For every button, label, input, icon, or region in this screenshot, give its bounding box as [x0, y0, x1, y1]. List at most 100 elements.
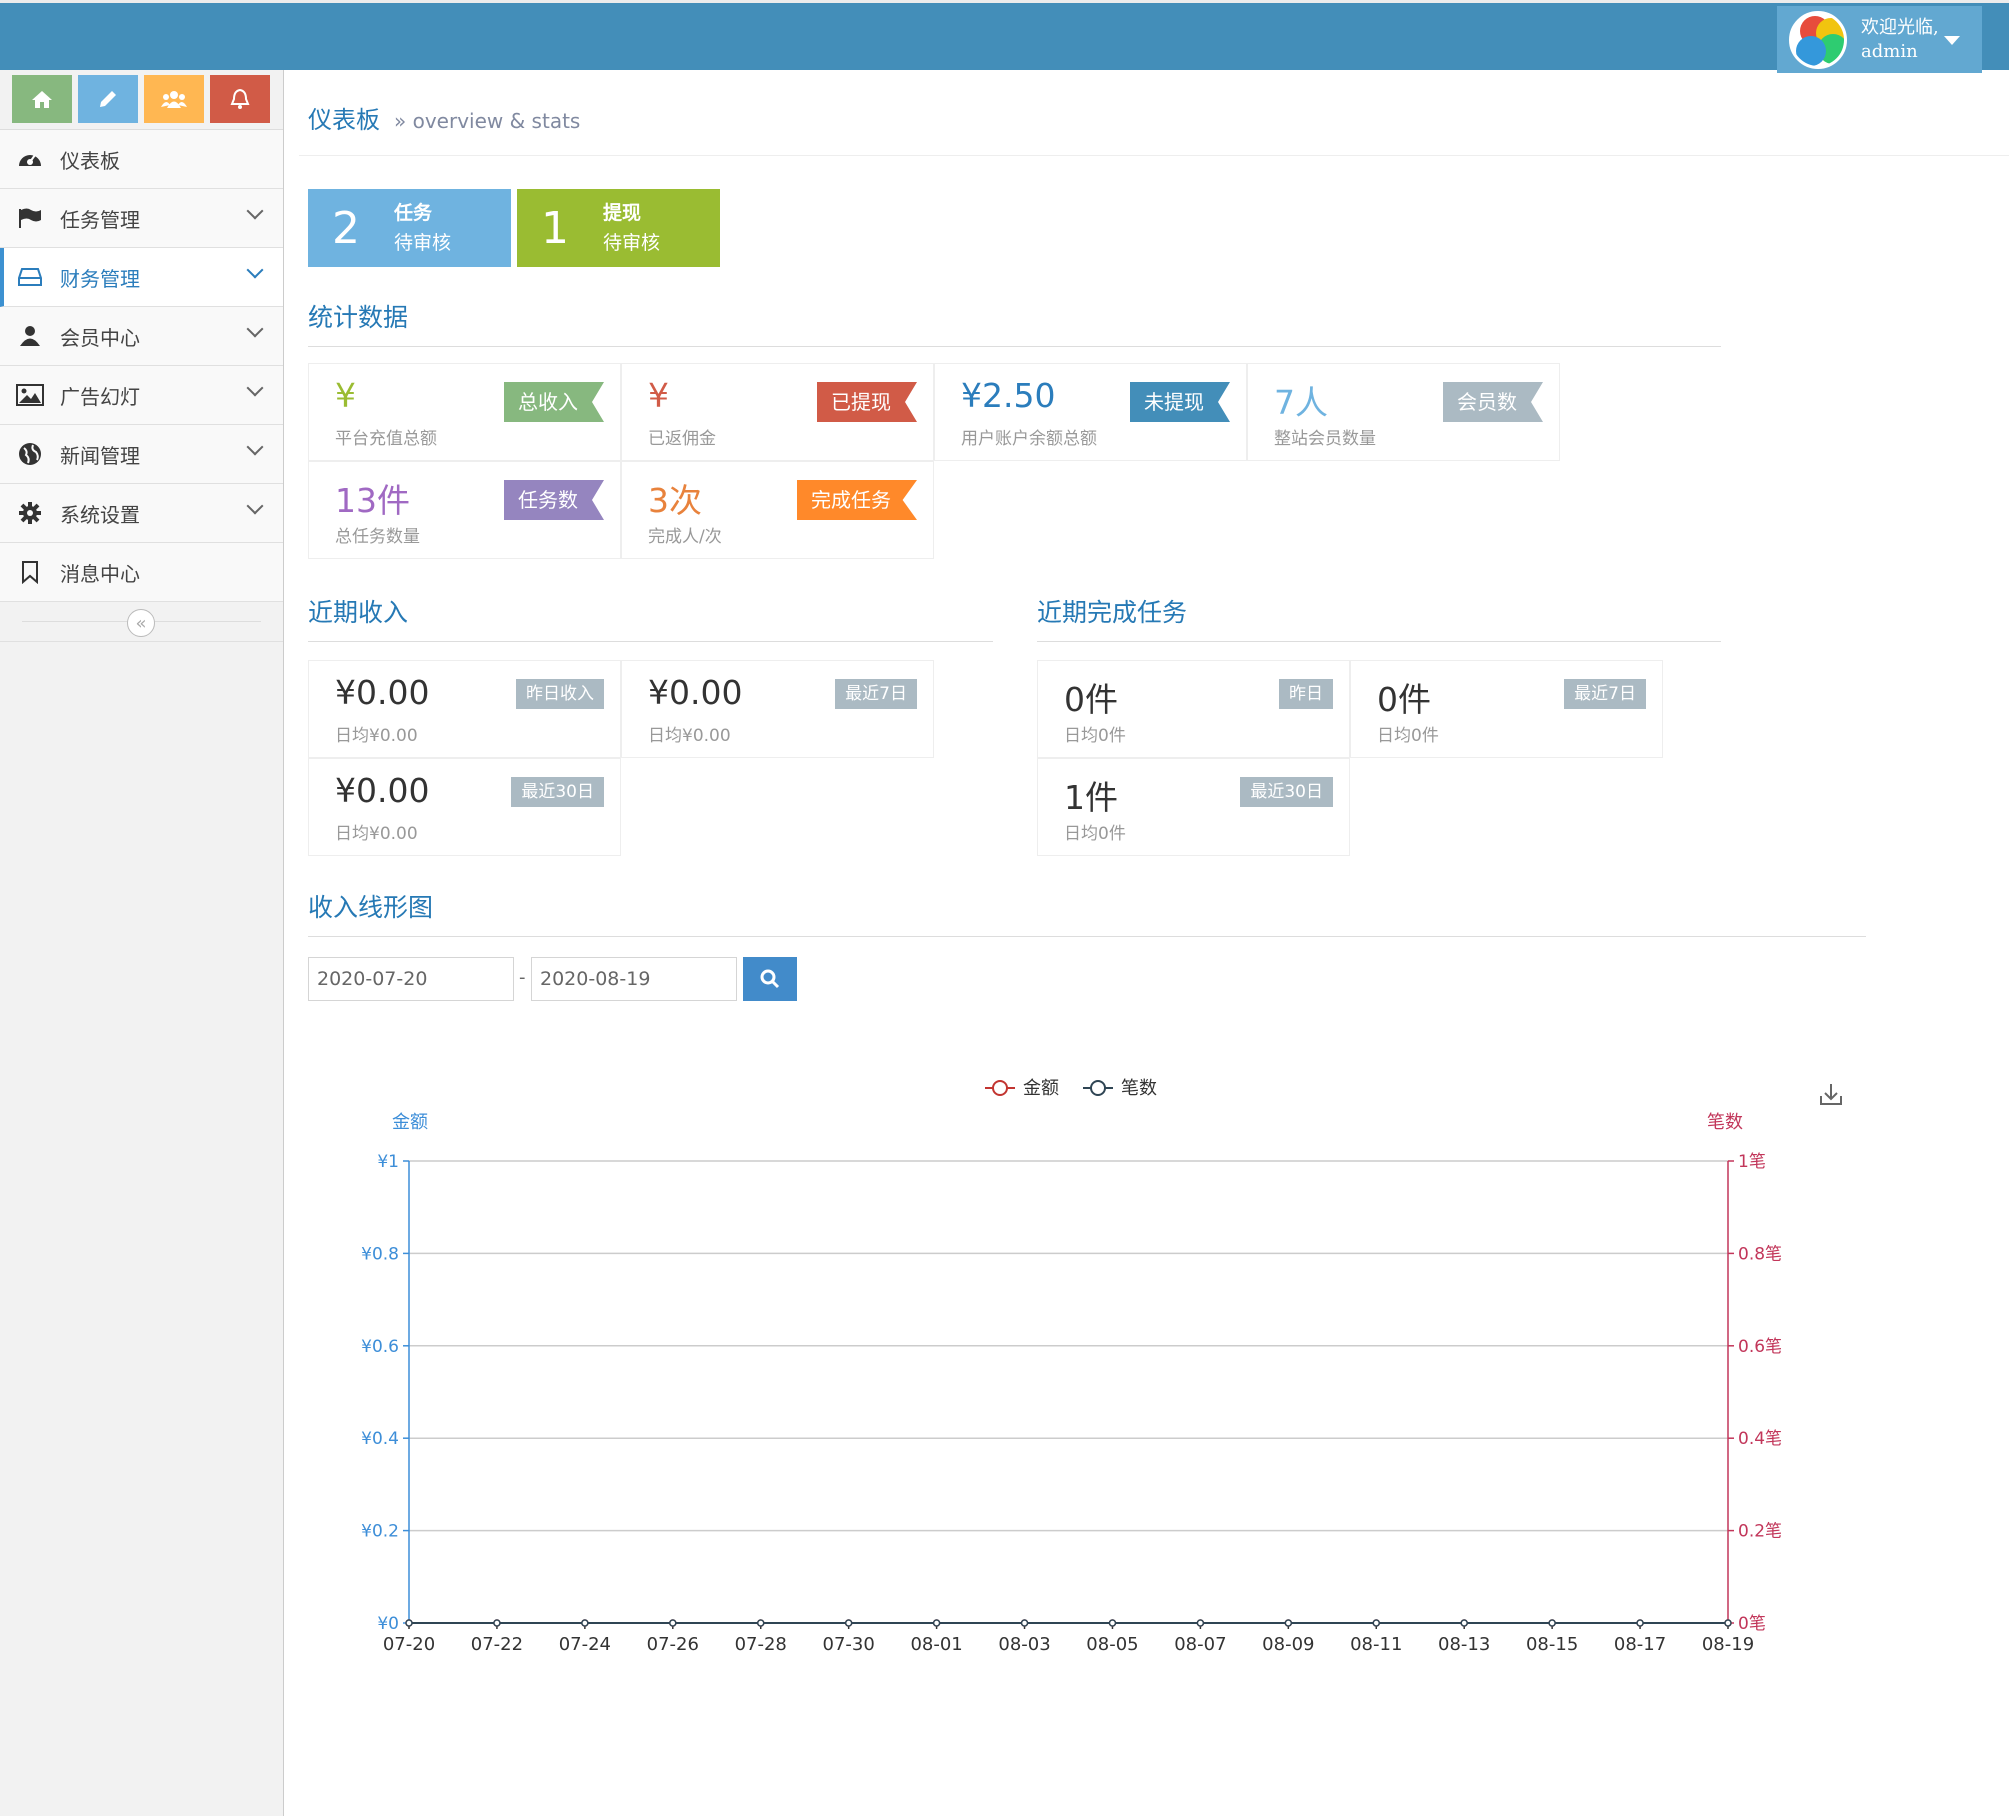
flag-icon	[19, 208, 41, 228]
stat-label: 整站会员数量	[1274, 429, 1376, 449]
sidebar: 仪表板 任务管理 财务管理 会员中心 广告幻灯 新闻管理 系统设置 消息中心 «	[0, 70, 284, 1816]
stat-tag: 完成任务	[797, 480, 917, 520]
task-value: 0件	[1064, 680, 1118, 719]
stats-section-title: 统计数据	[308, 298, 1721, 347]
income-section-title: 近期收入	[308, 593, 993, 642]
pending-count: 2	[332, 202, 360, 254]
task-card: 0件日均0件 昨日	[1037, 660, 1350, 758]
download-icon[interactable]	[1820, 1084, 1842, 1105]
date-from-input[interactable]: 2020-07-20	[308, 957, 514, 1001]
pending-title: 提现	[603, 202, 642, 224]
x-tick-label: 07-30	[823, 1634, 875, 1655]
sidebar-item-label: 广告幻灯	[60, 384, 140, 409]
sidebar-item-dashboard[interactable]: 仪表板	[0, 130, 283, 189]
chevron-down-icon	[246, 379, 264, 397]
data-point	[1284, 1619, 1293, 1627]
avatar	[1789, 10, 1847, 69]
x-tick-label: 07-26	[647, 1634, 699, 1655]
data-point	[669, 1619, 677, 1627]
legend-marker	[992, 1080, 1008, 1096]
legend-label[interactable]: 笔数	[1121, 1078, 1157, 1099]
income-card: ¥0.00 日均¥0.00 最近7日	[621, 660, 934, 758]
income-label: 日均¥0.00	[335, 726, 418, 746]
pending-tasks-box[interactable]: 2 任务 待审核	[308, 189, 511, 267]
user-menu[interactable]: 欢迎光临, admin	[1777, 6, 1982, 73]
sidebar-item-label: 会员中心	[60, 325, 140, 350]
income-card: ¥0.00 日均¥0.00 最近30日	[308, 758, 621, 856]
x-tick-label: 08-15	[1526, 1634, 1578, 1655]
x-tick-label: 08-19	[1702, 1634, 1754, 1655]
x-tick-label: 08-13	[1438, 1634, 1490, 1655]
page-title: 仪表板	[308, 106, 380, 134]
sidebar-item-settings[interactable]: 系统设置	[0, 484, 283, 543]
x-tick-label: 08-03	[998, 1634, 1050, 1655]
data-point	[932, 1619, 941, 1627]
task-tag: 昨日	[1279, 679, 1333, 709]
sidebar-item-messages[interactable]: 消息中心	[0, 543, 283, 602]
pencil-icon	[100, 91, 116, 107]
stat-card: ¥ 已返佣金 已提现	[621, 363, 934, 461]
sidebar-item-tasks[interactable]: 任务管理	[0, 189, 283, 248]
pencil-shortcut-button[interactable]	[78, 75, 138, 123]
data-point	[1020, 1619, 1029, 1627]
data-point	[1460, 1619, 1468, 1627]
income-card: ¥0.00 日均¥0.00 昨日收入	[308, 660, 621, 758]
sidebar-item-label: 消息中心	[60, 561, 140, 586]
data-point	[756, 1619, 765, 1627]
sidebar-item-label: 仪表板	[60, 148, 120, 173]
double-angle-left-icon[interactable]: «	[127, 609, 155, 637]
sidebar-item-finance[interactable]: 财务管理	[0, 248, 283, 307]
user-icon	[20, 326, 40, 346]
data-point	[1548, 1619, 1556, 1627]
sidebar-item-label: 系统设置	[60, 502, 140, 527]
chevron-down-icon	[246, 320, 264, 338]
sidebar-item-members[interactable]: 会员中心	[0, 307, 283, 366]
y-left-tick-label: ¥0.6	[361, 1337, 399, 1357]
y-right-tick-label: 0.4笔	[1738, 1429, 1782, 1449]
x-tick-label: 08-09	[1262, 1634, 1314, 1655]
data-point	[1724, 1619, 1732, 1627]
income-value: ¥0.00	[648, 673, 743, 712]
gear-icon	[19, 502, 41, 524]
data-point	[1196, 1619, 1205, 1627]
bell-icon	[230, 88, 250, 109]
bell-shortcut-button[interactable]	[210, 75, 270, 123]
sidebar-collapse: «	[0, 602, 283, 642]
stat-card: 7人 整站会员数量 会员数	[1247, 363, 1560, 461]
y-right-tick-label: 0.6笔	[1738, 1337, 1782, 1357]
legend-label[interactable]: 金额	[1023, 1078, 1059, 1099]
sidebar-item-news[interactable]: 新闻管理	[0, 425, 283, 484]
income-tag: 最近30日	[511, 777, 604, 807]
home-shortcut-button[interactable]	[12, 75, 72, 123]
caret-down-icon[interactable]	[1944, 36, 1960, 45]
y-axis-left-label: 金额	[392, 1112, 428, 1133]
search-button[interactable]	[743, 957, 797, 1001]
chevron-down-icon	[246, 261, 264, 279]
y-right-tick-label: 1笔	[1738, 1152, 1766, 1172]
income-label: 日均¥0.00	[648, 726, 731, 746]
users-shortcut-button[interactable]	[144, 75, 204, 123]
sidebar-item-label: 任务管理	[60, 207, 140, 232]
task-label: 日均0件	[1064, 824, 1126, 844]
sidebar-item-ads[interactable]: 广告幻灯	[0, 366, 283, 425]
stat-tag: 已提现	[817, 382, 917, 422]
data-point	[405, 1619, 413, 1627]
stat-value: 7人	[1274, 383, 1328, 422]
chart-section-title: 收入线形图	[308, 888, 1866, 937]
users-icon	[161, 91, 187, 108]
task-label: 日均0件	[1064, 726, 1126, 746]
pending-sub: 待审核	[603, 232, 661, 254]
breadcrumb: 仪表板 » overview & stats	[308, 100, 580, 135]
pending-withdraw-box[interactable]: 1 提现 待审核	[517, 189, 720, 267]
date-separator: -	[519, 967, 526, 988]
x-tick-label: 08-05	[1086, 1634, 1138, 1655]
x-tick-label: 08-17	[1614, 1634, 1666, 1655]
sidebar-item-label: 新闻管理	[60, 443, 140, 468]
x-tick-label: 07-22	[471, 1634, 523, 1655]
stat-label: 总任务数量	[335, 527, 420, 547]
date-to-input[interactable]: 2020-08-19	[531, 957, 737, 1001]
sidebar-item-label: 财务管理	[60, 266, 140, 291]
main-content: 仪表板 » overview & stats 2 任务 待审核 1 提现 待审核 统计…	[285, 70, 2009, 1816]
chevron-down-icon	[246, 202, 264, 220]
income-line-chart: 金额 笔数 金额 笔数 ¥0 0笔¥0.2 0.2笔¥0.4 0.4笔¥0.6 0.6笔¥…	[361, 1078, 1842, 1655]
